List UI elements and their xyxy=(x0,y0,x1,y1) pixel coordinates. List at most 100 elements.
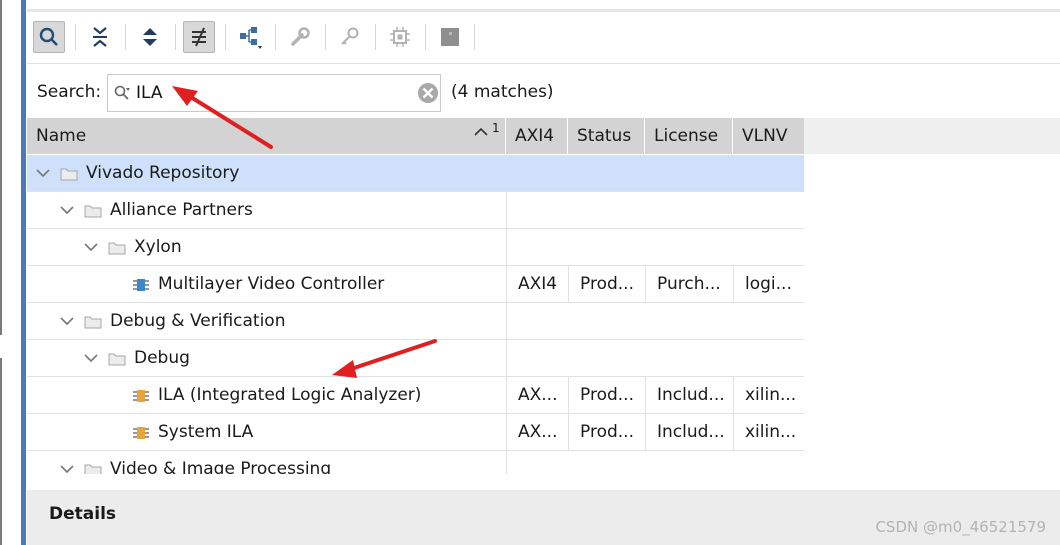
toolbar xyxy=(27,16,1060,64)
details-title: Details xyxy=(49,504,117,524)
toolbar-separator xyxy=(275,24,276,50)
folder-icon xyxy=(84,205,102,218)
table-row[interactable]: Debug xyxy=(27,340,804,377)
filter-button[interactable] xyxy=(183,21,215,53)
toolbar-separator xyxy=(75,24,76,50)
watermark: CSDN @m0_46521579 xyxy=(875,518,1046,536)
header-extension xyxy=(804,118,1060,154)
chip-button[interactable] xyxy=(384,21,416,53)
column-header-label: AXI4 xyxy=(515,126,555,146)
empty-cell xyxy=(506,303,804,340)
table-row[interactable]: Debug & Verification xyxy=(27,303,804,340)
left-panel-edge xyxy=(0,0,27,545)
ip-name: ILA (Integrated Logic Analyzer) xyxy=(158,385,422,405)
cell-axi4: AX... xyxy=(506,377,568,414)
cell-vlnv: xilin... xyxy=(733,414,804,451)
match-count: (4 matches) xyxy=(451,82,554,102)
cell-vlnv: logi... xyxy=(733,266,804,303)
unknown-button[interactable] xyxy=(434,21,466,53)
table-row[interactable]: Multilayer Video Controller AXI4 Prod... Pu… xyxy=(27,266,804,303)
cell-status: Prod... xyxy=(568,377,645,414)
search-toggle-button[interactable] xyxy=(33,21,65,53)
chevron-down-icon[interactable] xyxy=(60,205,74,215)
folder-label: Alliance Partners xyxy=(110,200,253,220)
ip-catalog-table: Name 1 AXI4 Status License VLNV Vivado R… xyxy=(27,118,804,474)
cell-license: Purch... xyxy=(645,266,733,303)
clear-search-icon[interactable] xyxy=(417,82,439,104)
cell-status: Prod... xyxy=(568,414,645,451)
accent-bar xyxy=(21,0,26,545)
folder-label: Xylon xyxy=(134,237,182,257)
table-row[interactable]: Xylon xyxy=(27,229,804,266)
toolbar-separator xyxy=(175,24,176,50)
ip-core-icon xyxy=(133,390,149,402)
toolbar-separator xyxy=(375,24,376,50)
top-strip xyxy=(27,0,1060,12)
filter-icon xyxy=(192,27,206,47)
toolbar-separator xyxy=(225,24,226,50)
column-header-axi4[interactable]: AXI4 xyxy=(506,118,568,154)
table-row[interactable]: System ILA AX... Prod... Includ... xilin... xyxy=(27,414,804,451)
wrench-icon xyxy=(291,27,310,46)
table-row[interactable]: Vivado Repository xyxy=(27,155,804,192)
folder-icon xyxy=(108,353,126,366)
sort-ascending-icon xyxy=(474,127,488,136)
cell-status: Prod... xyxy=(568,266,645,303)
chevron-down-icon[interactable] xyxy=(60,464,74,474)
ip-core-icon xyxy=(133,427,149,439)
folder-icon xyxy=(84,316,102,329)
folder-icon xyxy=(108,242,126,255)
chevron-down-icon[interactable] xyxy=(60,316,74,326)
empty-cell xyxy=(506,340,804,377)
folder-icon xyxy=(60,168,78,181)
column-header-label: Name xyxy=(36,126,87,146)
column-header-status[interactable]: Status xyxy=(568,118,645,154)
panel-divider xyxy=(0,358,2,545)
table-header: Name 1 AXI4 Status License VLNV xyxy=(27,118,804,154)
chip-icon xyxy=(390,27,410,47)
column-header-label: VLNV xyxy=(742,126,788,146)
folder-label: Debug & Verification xyxy=(110,311,286,331)
search-icon xyxy=(114,85,130,100)
empty-cell xyxy=(506,192,804,229)
wrench-button[interactable] xyxy=(284,21,316,53)
folder-icon xyxy=(84,464,102,474)
cell-license: Includ... xyxy=(645,414,733,451)
sort-index: 1 xyxy=(492,121,500,135)
ip-name: Multilayer Video Controller xyxy=(158,274,385,294)
hierarchy-button[interactable] xyxy=(234,21,266,53)
column-header-license[interactable]: License xyxy=(645,118,733,154)
search-row: Search: (4 matches) xyxy=(27,66,1060,118)
search-box xyxy=(107,74,441,112)
search-icon xyxy=(39,27,58,46)
table-row[interactable]: ILA (Integrated Logic Analyzer) AX... Prod… xyxy=(27,377,804,414)
ip-name: System ILA xyxy=(158,422,254,442)
toolbar-separator xyxy=(325,24,326,50)
empty-cell xyxy=(506,229,804,266)
ip-core-icon xyxy=(133,279,149,291)
expand-all-button[interactable] xyxy=(134,21,166,53)
folder-label: Vivado Repository xyxy=(86,163,240,183)
toolbar-separator xyxy=(125,24,126,50)
search-label: Search: xyxy=(37,82,102,102)
collapse-all-button[interactable] xyxy=(84,21,116,53)
column-header-name[interactable]: Name 1 xyxy=(27,118,506,154)
chevron-down-icon[interactable] xyxy=(84,242,98,252)
chevron-down-icon[interactable] xyxy=(36,168,50,178)
cell-axi4: AX... xyxy=(506,414,568,451)
key-icon xyxy=(341,27,359,45)
column-header-label: Status xyxy=(577,126,632,146)
unknown-icon xyxy=(441,28,459,46)
toolbar-separator xyxy=(474,24,475,50)
expand-all-icon xyxy=(143,28,157,46)
cell-vlnv: xilin... xyxy=(733,377,804,414)
column-header-vlnv[interactable]: VLNV xyxy=(733,118,804,154)
chevron-down-icon[interactable] xyxy=(84,353,98,363)
key-button[interactable] xyxy=(334,21,366,53)
table-row[interactable]: Video & Image Processing xyxy=(27,451,804,474)
cell-axi4: AXI4 xyxy=(506,266,568,303)
search-input[interactable] xyxy=(136,80,406,106)
empty-cell xyxy=(506,451,804,474)
table-row[interactable]: Alliance Partners xyxy=(27,192,804,229)
folder-label: Video & Image Processing xyxy=(110,459,332,474)
